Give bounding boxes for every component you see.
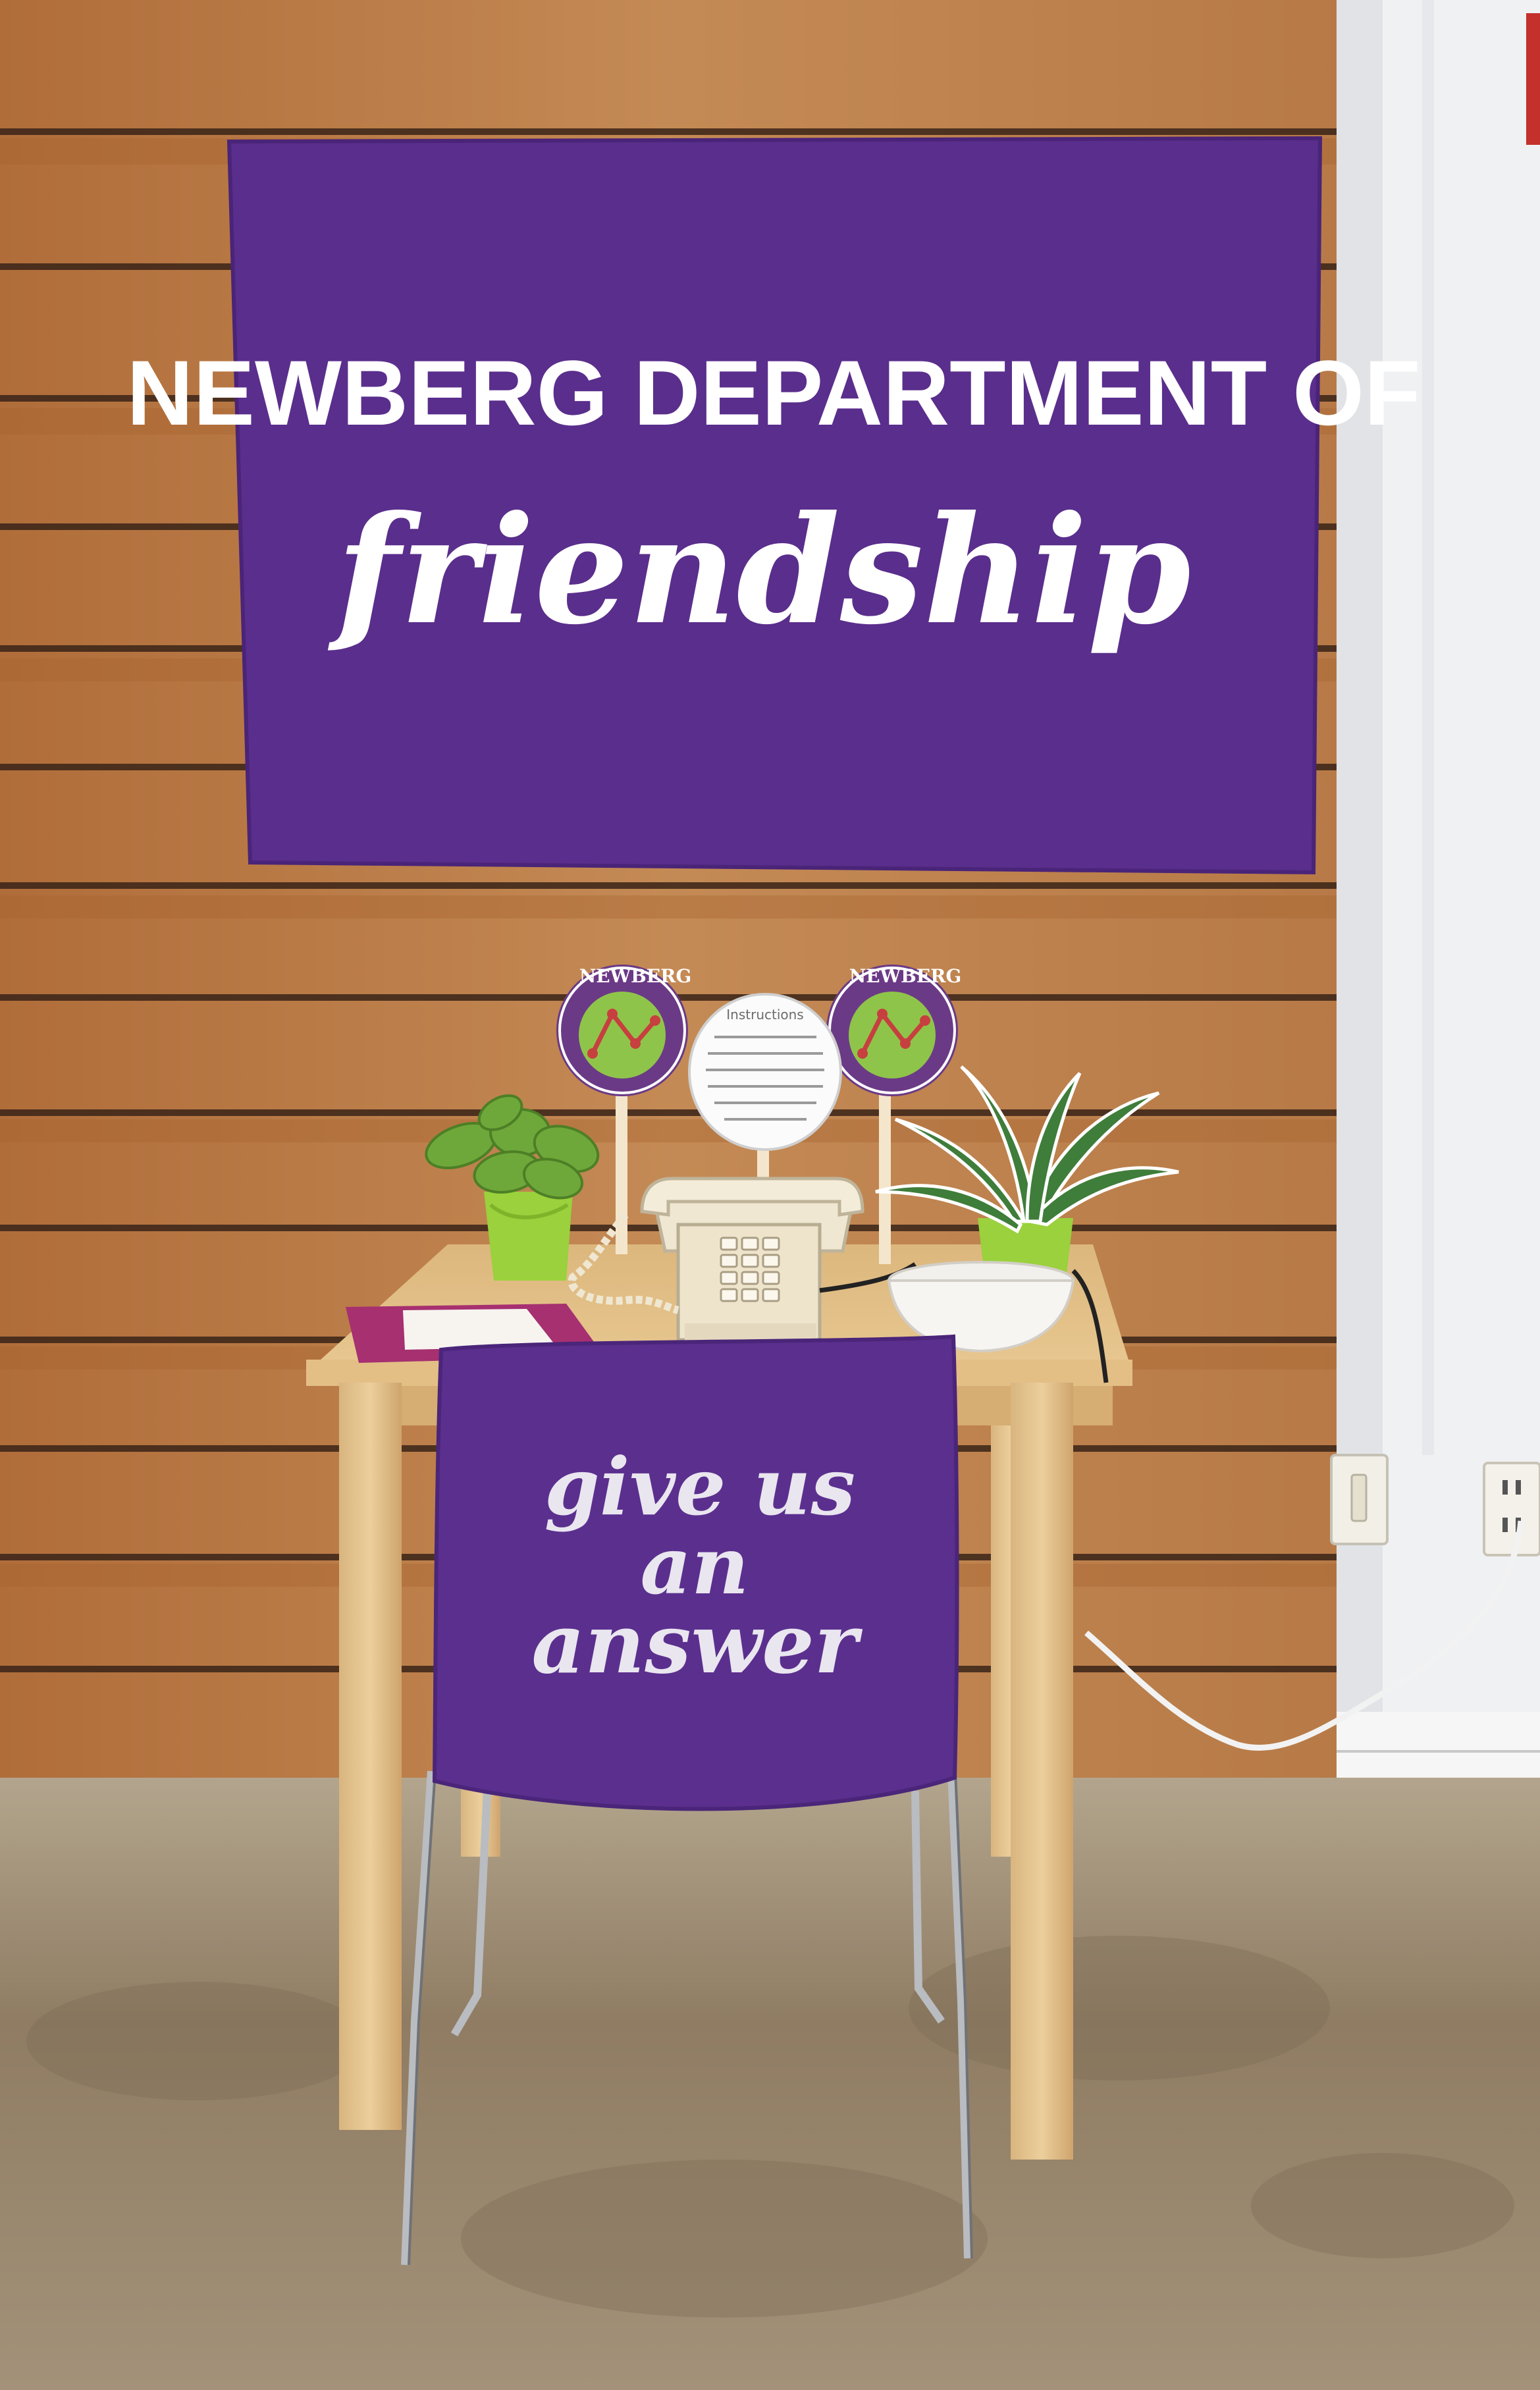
photo-scene: NEWBERG DEPARTMENT OF friendship NEWBERG [0, 0, 1540, 2390]
right-seal-word: NEWBERG [849, 965, 962, 987]
switch-plate [1330, 1454, 1389, 1545]
fire-alarm-box [1526, 13, 1540, 145]
wall-outlet [1483, 1462, 1540, 1556]
chair-line-3: answer [531, 1596, 863, 1692]
left-seal-word: NEWBERG [579, 965, 692, 987]
banner-title: NEWBERG DEPARTMENT OF [126, 341, 1420, 444]
banner-script: friendship [327, 484, 1191, 658]
scene-svg: NEWBERG DEPARTMENT OF friendship NEWBERG [0, 0, 1540, 2390]
instruction-card-heading: Instructions [726, 1007, 803, 1022]
white-wall [1337, 0, 1540, 1876]
